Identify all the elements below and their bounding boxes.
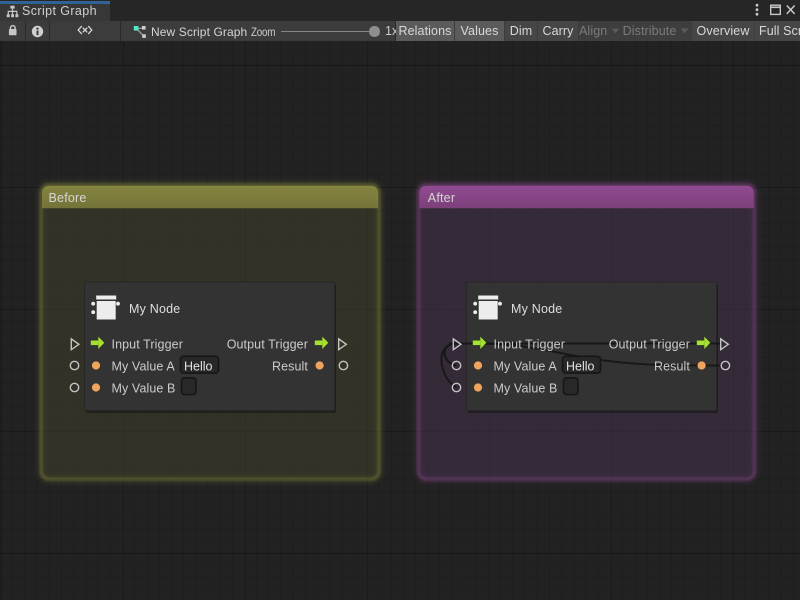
- svg-text:My Node: My Node: [511, 302, 562, 316]
- svg-text:Before: Before: [49, 191, 87, 205]
- svg-text:Hello: Hello: [566, 360, 595, 374]
- svg-text:My Value A: My Value A: [112, 360, 176, 374]
- svg-text:My Value A: My Value A: [494, 360, 558, 374]
- svg-text:My Value B: My Value B: [112, 382, 176, 396]
- svg-text:Result: Result: [272, 360, 308, 374]
- svg-text:Output Trigger: Output Trigger: [609, 338, 690, 352]
- svg-text:My Node: My Node: [129, 302, 180, 316]
- svg-text:Input Trigger: Input Trigger: [494, 338, 565, 352]
- svg-text:Output Trigger: Output Trigger: [227, 338, 308, 352]
- svg-text:After: After: [428, 191, 455, 205]
- svg-text:My Value B: My Value B: [494, 382, 558, 396]
- svg-text:Result: Result: [654, 360, 690, 374]
- svg-text:Hello: Hello: [184, 360, 213, 374]
- svg-text:Input Trigger: Input Trigger: [112, 338, 183, 352]
